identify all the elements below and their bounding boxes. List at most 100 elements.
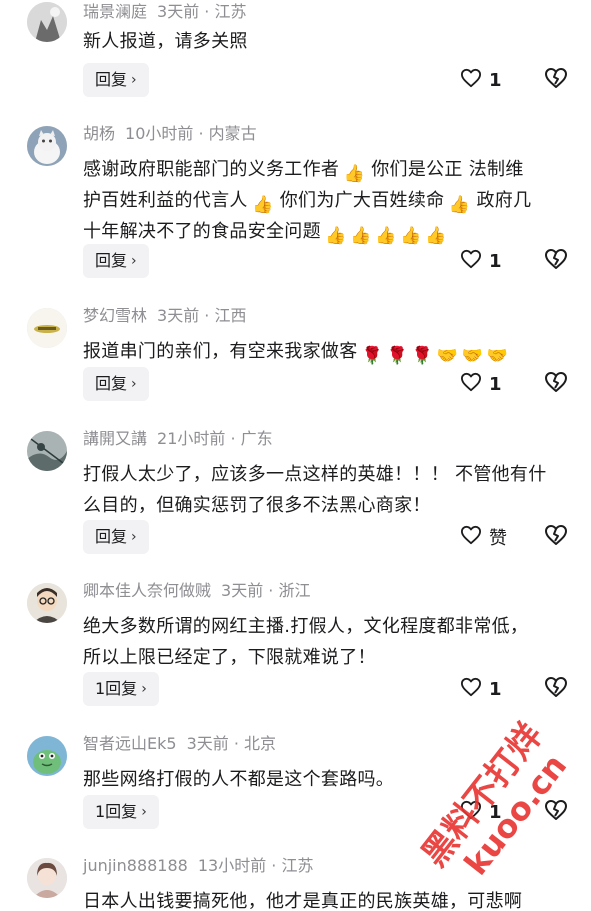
comment-location: 广东 xyxy=(240,429,273,448)
like-button[interactable]: 赞 xyxy=(460,520,507,554)
username[interactable]: 講開又講 xyxy=(83,429,147,448)
dislike-button[interactable] xyxy=(543,520,569,554)
handshake-icon: 🤝 xyxy=(486,346,509,366)
comment-text: 打假人太少了，应该多一点这样的英雄！！！ 不管他有什 么目的，但确实惩罚了很多不… xyxy=(83,459,573,521)
chevron-right-icon: › xyxy=(131,529,137,545)
comment-line: 打假人太少了，应该多一点这样的英雄！！！ 不管他有什 xyxy=(83,464,547,485)
like-button[interactable]: 1 xyxy=(460,795,502,829)
heart-outline-icon xyxy=(460,525,482,550)
handshake-icon: 🤝 xyxy=(461,346,484,366)
like-button[interactable]: 1 xyxy=(460,63,502,97)
avatar[interactable] xyxy=(27,858,67,898)
reply-button[interactable]: 1回复 › xyxy=(83,672,159,706)
chevron-right-icon: › xyxy=(141,681,147,697)
reply-button[interactable]: 回复 › xyxy=(83,244,149,278)
comment-meta: 講開又講 21小时前 · 广东 xyxy=(83,429,273,448)
comment-item: junjin888188 13小时前 · 江苏 日本人出钱要搞死他，他才是真正的民… xyxy=(0,854,591,911)
broken-heart-icon xyxy=(544,248,568,274)
comment-text: 感谢政府职能部门的义务工作者 👍 你们是公正 法制维 护百姓利益的代言人 👍 你们为… xyxy=(83,154,573,247)
comment-location: 江西 xyxy=(214,306,247,325)
handshake-icon: 🤝 xyxy=(436,346,459,366)
heart-outline-icon xyxy=(460,249,482,274)
thumbs-up-icon: 👍 xyxy=(425,226,447,246)
username[interactable]: 胡杨 xyxy=(83,124,115,143)
thumbs-up-icon: 👍 xyxy=(350,226,372,246)
dislike-button[interactable] xyxy=(543,672,569,706)
comment-meta: 胡杨 10小时前 · 内蒙古 xyxy=(83,124,257,143)
dislike-button[interactable] xyxy=(543,244,569,278)
heart-outline-icon xyxy=(460,68,482,93)
broken-heart-icon xyxy=(544,524,568,550)
thumbs-up-icon: 👍 xyxy=(448,195,471,215)
username[interactable]: junjin888188 xyxy=(83,856,188,875)
heart-outline-icon xyxy=(460,372,482,397)
avatar[interactable] xyxy=(27,308,67,348)
like-button[interactable]: 1 xyxy=(460,367,502,401)
comment-time: 10小时前 xyxy=(125,124,194,143)
broken-heart-icon xyxy=(544,676,568,702)
reply-button[interactable]: 1回复 › xyxy=(83,795,159,829)
comment-text: 日本人出钱要搞死他，他才是真正的民族英雄，可悲啊 xyxy=(83,886,573,911)
avatar[interactable] xyxy=(27,2,67,42)
comment-line: 你们是公正 法制维 xyxy=(371,159,524,180)
comment-text: 那些网络打假的人不都是这个套路吗。 xyxy=(83,764,573,795)
avatar[interactable] xyxy=(27,736,67,776)
like-count: 1 xyxy=(489,250,502,272)
comment-meta: 梦幻雪林 3天前 · 江西 xyxy=(83,306,247,325)
comment-text: 报道串门的亲们，有空来我家做客 🌹 🌹 🌹 🤝 🤝 🤝 xyxy=(83,336,573,367)
like-button[interactable]: 1 xyxy=(460,672,502,706)
reply-label: 回复 xyxy=(95,374,128,393)
comment-line: 政府几 xyxy=(476,190,532,211)
comment-meta: junjin888188 13小时前 · 江苏 xyxy=(83,856,314,875)
heart-outline-icon xyxy=(460,800,482,825)
comment-location: 北京 xyxy=(244,734,277,753)
comment-item: 智者远山Ek5 3天前 · 北京 那些网络打假的人不都是这个套路吗。 1回复 › 1 xyxy=(0,732,591,842)
comment-line: 日本人出钱要搞死他，他才是真正的民族英雄，可悲啊 xyxy=(83,891,523,911)
reply-button[interactable]: 回复 › xyxy=(83,520,149,554)
comment-line: 新人报道，请多关照 xyxy=(83,31,248,52)
comment-location: 浙江 xyxy=(278,581,311,600)
rose-icon: 🌹 xyxy=(411,346,434,366)
comment-time: 3天前 xyxy=(157,306,200,325)
username[interactable]: 卿本佳人奈何做贼 xyxy=(83,581,211,600)
thumbs-up-icon: 👍 xyxy=(325,226,347,246)
thumbs-up-icon: 👍 xyxy=(375,226,397,246)
username[interactable]: 智者远山Ek5 xyxy=(83,734,177,753)
reply-button[interactable]: 回复 › xyxy=(83,367,149,401)
reply-label: 回复 xyxy=(95,527,128,546)
comment-time: 3天前 xyxy=(221,581,264,600)
like-count: 赞 xyxy=(489,528,507,549)
username[interactable]: 瑞景澜庭 xyxy=(83,2,147,21)
dislike-button[interactable] xyxy=(543,63,569,97)
avatar[interactable] xyxy=(27,431,67,471)
comment-meta: 智者远山Ek5 3天前 · 北京 xyxy=(83,734,277,753)
chevron-right-icon: › xyxy=(131,72,137,88)
comment-line: 报道串门的亲们，有空来我家做客 xyxy=(83,341,358,362)
dislike-button[interactable] xyxy=(543,795,569,829)
comment-line: 感谢政府职能部门的义务工作者 xyxy=(83,159,340,180)
comment-item: 卿本佳人奈何做贼 3天前 · 浙江 绝大多数所谓的网红主播.打假人，文化程度都非常… xyxy=(0,579,591,719)
rose-icon: 🌹 xyxy=(361,346,384,366)
comment-text: 绝大多数所谓的网红主播.打假人，文化程度都非常低， 所以上限已经定了，下限就难说… xyxy=(83,611,573,673)
like-button[interactable]: 1 xyxy=(460,244,502,278)
broken-heart-icon xyxy=(544,371,568,397)
comment-time: 3天前 xyxy=(186,734,229,753)
rose-icon: 🌹 xyxy=(386,346,409,366)
chevron-right-icon: › xyxy=(141,804,147,820)
avatar[interactable] xyxy=(27,126,67,166)
thumbs-up-icon: 👍 xyxy=(400,226,422,246)
avatar[interactable] xyxy=(27,583,67,623)
reply-label: 回复 xyxy=(95,251,128,270)
reply-button[interactable]: 回复 › xyxy=(83,63,149,97)
reply-label: 回复 xyxy=(95,70,128,89)
comment-location: 内蒙古 xyxy=(208,124,257,143)
like-count: 1 xyxy=(489,678,502,700)
comment-time: 3天前 xyxy=(157,2,200,21)
dislike-button[interactable] xyxy=(543,367,569,401)
comment-text: 新人报道，请多关照 xyxy=(83,26,573,57)
comment-meta: 瑞景澜庭 3天前 · 江苏 xyxy=(83,2,247,21)
heart-outline-icon xyxy=(460,677,482,702)
username[interactable]: 梦幻雪林 xyxy=(83,306,147,325)
comment-item: 瑞景澜庭 3天前 · 江苏 新人报道，请多关照 回复 › 1 xyxy=(0,0,591,110)
thumbs-up-icon: 👍 xyxy=(251,195,274,215)
